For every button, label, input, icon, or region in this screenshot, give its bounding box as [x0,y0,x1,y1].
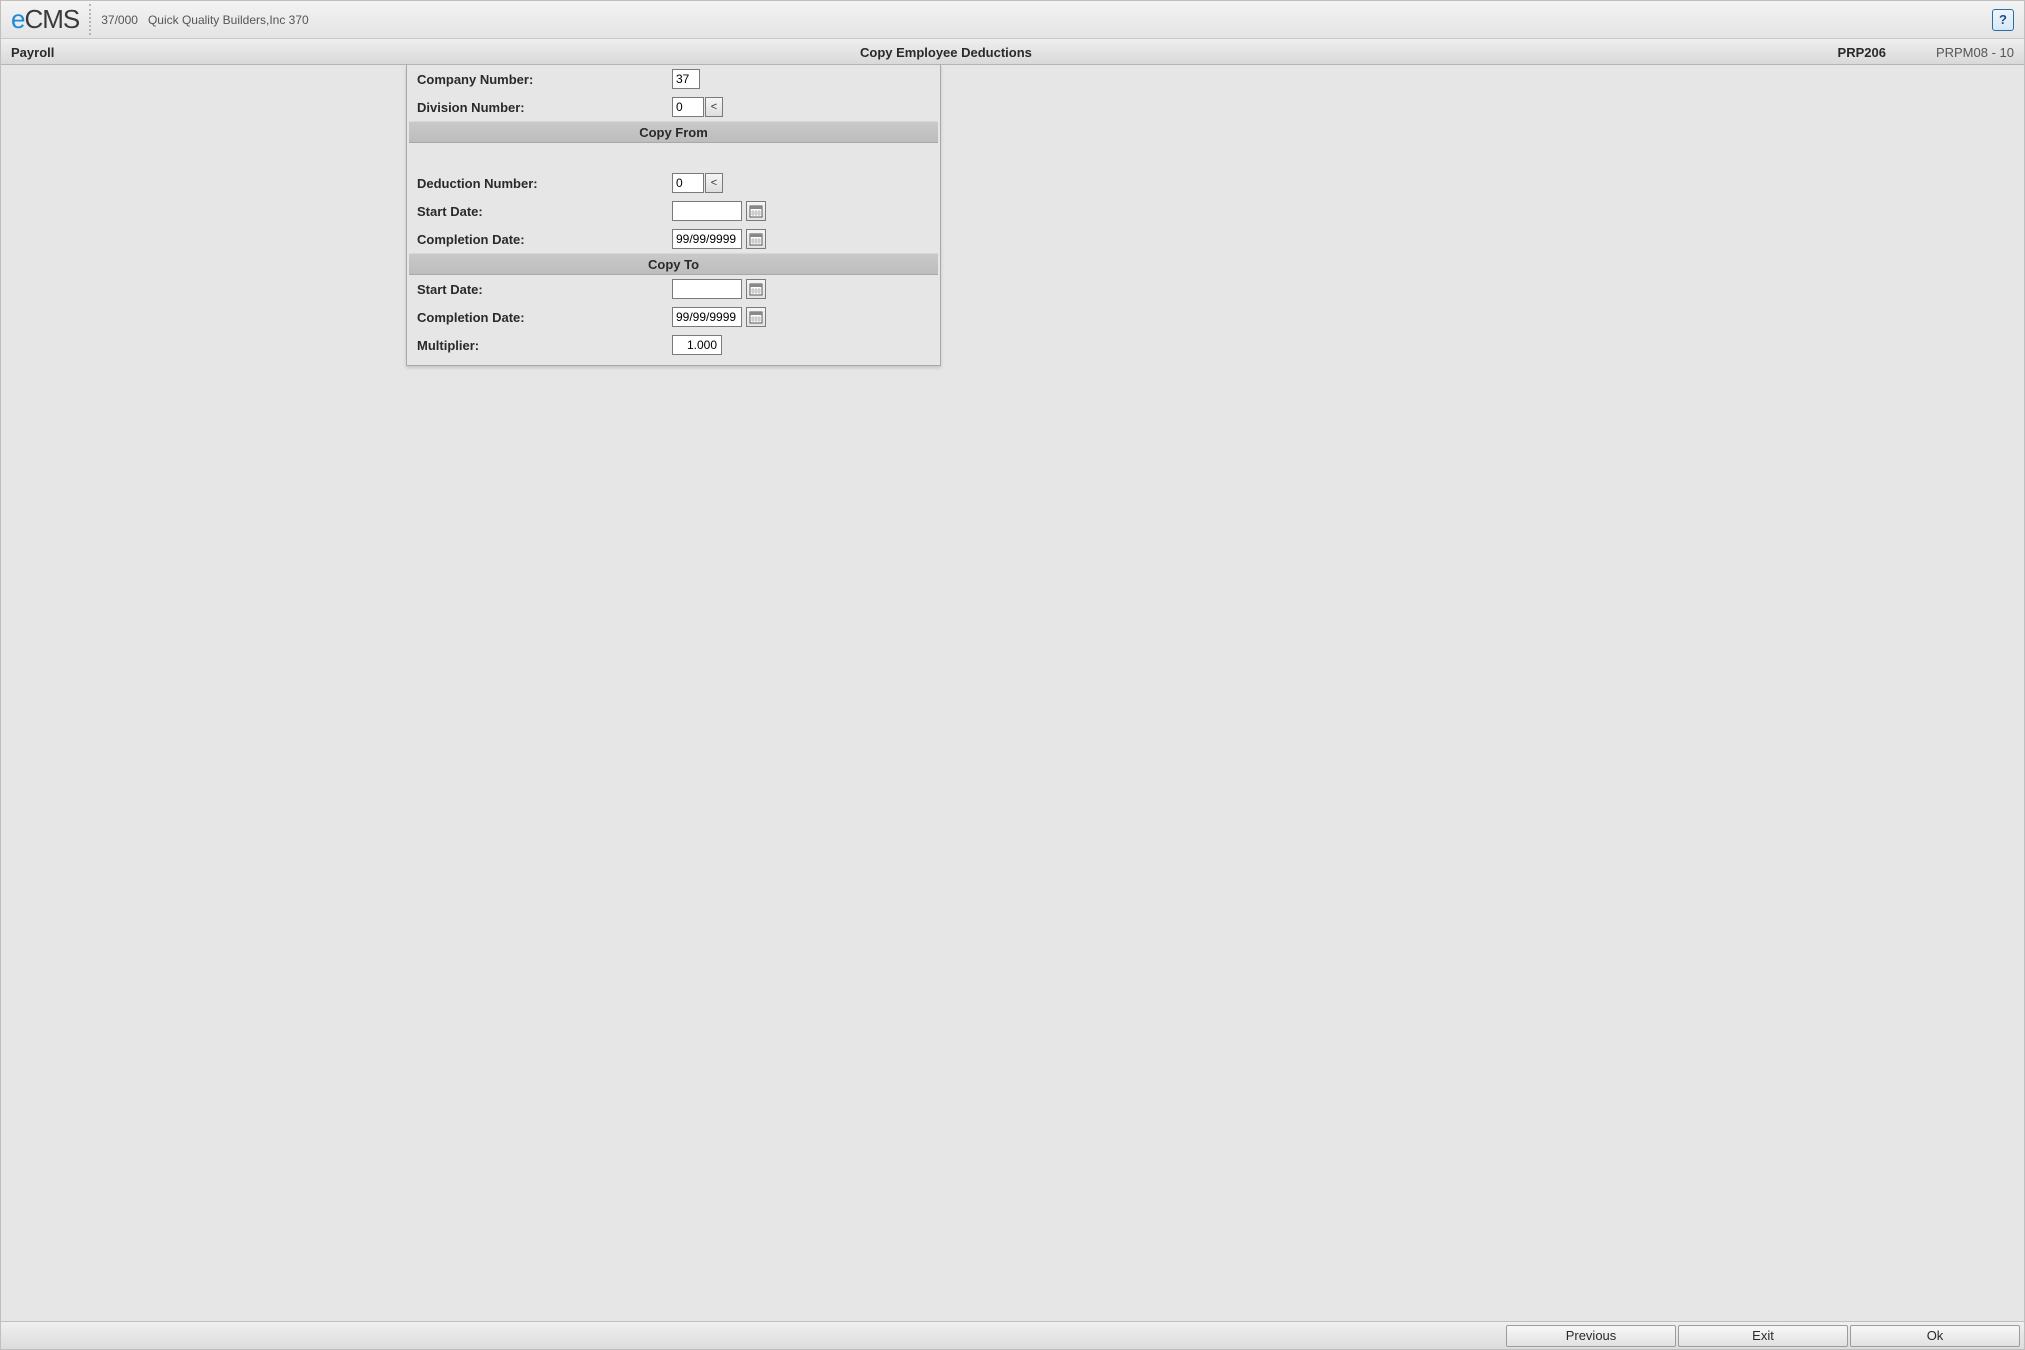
from-start-date-calendar-button[interactable] [746,201,766,221]
page-title: Copy Employee Deductions [54,45,1837,60]
exit-button[interactable]: Exit [1678,1325,1848,1347]
section-copy-to: Copy To [409,253,938,275]
chevron-left-icon: < [711,177,717,189]
calendar-icon [749,282,763,296]
app-logo: eCMS [11,4,91,35]
program-code: PRP206 [1838,45,1886,60]
row-to-start-date: Start Date: [407,275,940,303]
label-multiplier: Multiplier: [417,338,672,353]
titlebar: eCMS 37/000 Quick Quality Builders,Inc 3… [1,1,2024,39]
label-from-completion-date: Completion Date: [417,232,672,247]
app-window: eCMS 37/000 Quick Quality Builders,Inc 3… [0,0,2025,1350]
label-to-start-date: Start Date: [417,282,672,297]
label-deduction-number: Deduction Number: [417,176,672,191]
division-lookup-button[interactable]: < [705,97,723,117]
help-icon: ? [1999,12,2007,27]
to-completion-date-calendar-button[interactable] [746,307,766,327]
deduction-lookup-button[interactable]: < [705,173,723,193]
calendar-icon [749,204,763,218]
calendar-icon [749,232,763,246]
row-multiplier: Multiplier: [407,331,940,359]
row-from-completion-date: Completion Date: [407,225,940,253]
deduction-number-input[interactable] [672,173,704,193]
previous-button[interactable]: Previous [1506,1325,1676,1347]
form-panel: Company Number: Division Number: < Copy … [406,65,941,366]
from-completion-date-input[interactable] [672,229,742,249]
multiplier-input[interactable] [672,335,722,355]
help-button[interactable]: ? [1992,9,2014,31]
content-area: Company Number: Division Number: < Copy … [1,65,2024,1321]
screen-code: PRPM08 - 10 [1936,45,2014,60]
logo-e: e [11,4,24,34]
label-division-number: Division Number: [417,100,672,115]
company-number-input[interactable] [672,69,700,89]
module-label: Payroll [11,45,54,60]
to-start-date-input[interactable] [672,279,742,299]
company-name: Quick Quality Builders,Inc 370 [148,13,309,27]
from-start-date-input[interactable] [672,201,742,221]
label-from-start-date: Start Date: [417,204,672,219]
to-start-date-calendar-button[interactable] [746,279,766,299]
ok-button[interactable]: Ok [1850,1325,2020,1347]
from-completion-date-calendar-button[interactable] [746,229,766,249]
section-copy-from: Copy From [409,121,938,143]
row-deduction-number: Deduction Number: < [407,169,940,197]
row-company-number: Company Number: [407,65,940,93]
row-from-start-date: Start Date: [407,197,940,225]
chevron-left-icon: < [711,101,717,113]
footer: Previous Exit Ok [1,1321,2024,1349]
label-to-completion-date: Completion Date: [417,310,672,325]
company-code: 37/000 [101,13,138,27]
label-company-number: Company Number: [417,72,672,87]
to-completion-date-input[interactable] [672,307,742,327]
calendar-icon [749,310,763,324]
division-number-input[interactable] [672,97,704,117]
row-to-completion-date: Completion Date: [407,303,940,331]
subheader: Payroll Copy Employee Deductions PRP206 … [1,39,2024,65]
logo-cms: CMS [24,4,79,34]
row-division-number: Division Number: < [407,93,940,121]
